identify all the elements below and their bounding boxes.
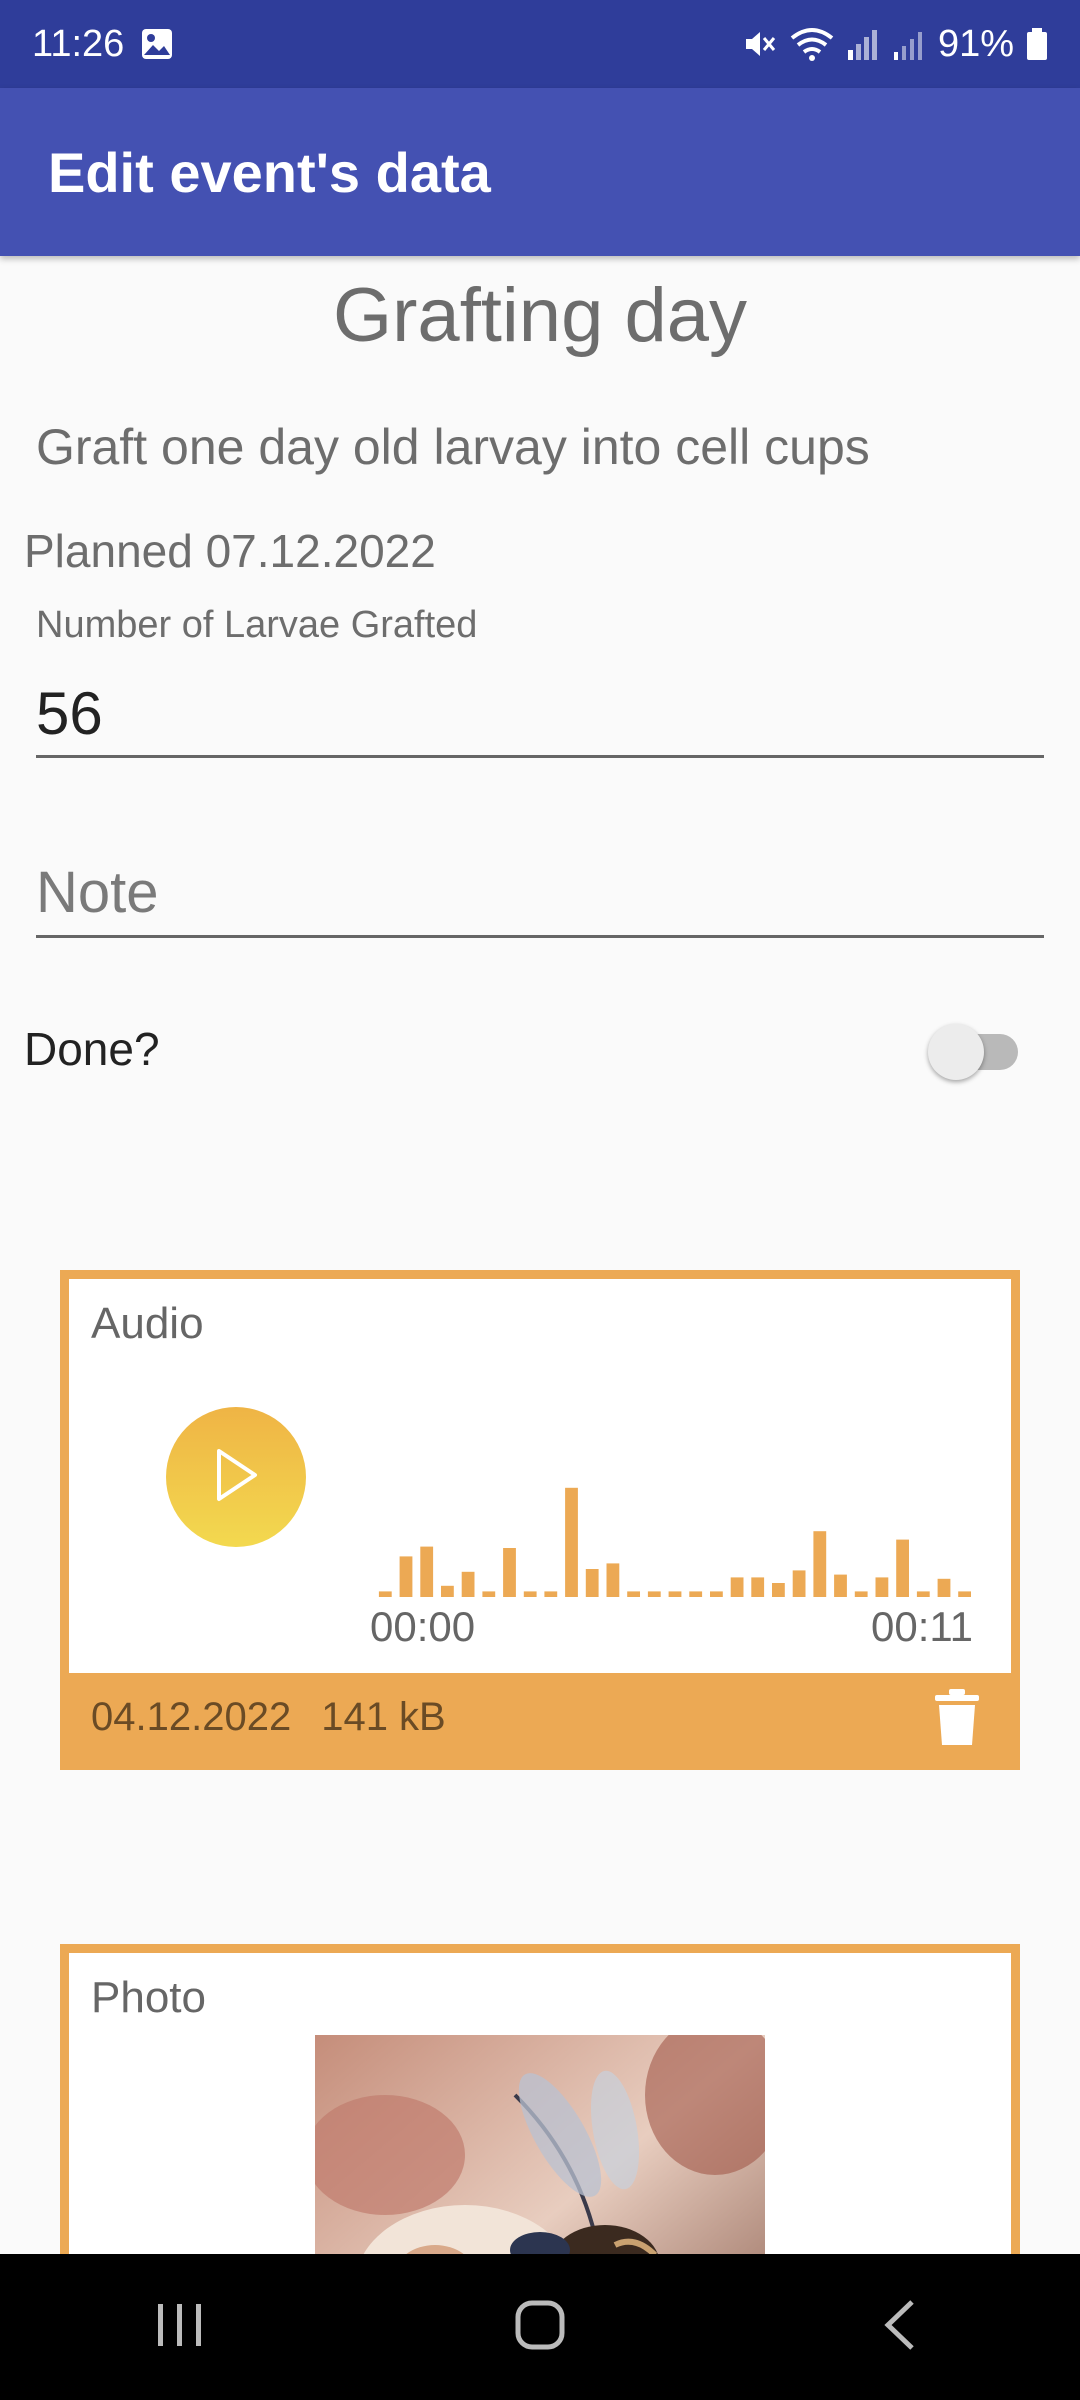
navigation-bar xyxy=(0,2254,1080,2400)
recent-apps-icon xyxy=(154,2300,206,2355)
waveform-bar xyxy=(937,1578,951,1597)
waveform-bar xyxy=(896,1539,909,1597)
event-description: Graft one day old larvay into cell cups xyxy=(36,419,870,475)
audio-size: 141 kB xyxy=(321,1694,446,1739)
waveform-bar xyxy=(461,1571,475,1597)
audio-waveform[interactable] xyxy=(375,1459,975,1599)
waveform-bar xyxy=(730,1577,744,1597)
waveform-bar xyxy=(378,1591,392,1597)
app-bar: Edit event's data xyxy=(0,88,1080,256)
wifi-icon xyxy=(790,26,834,62)
waveform-bar xyxy=(482,1591,496,1597)
status-time: 11:26 xyxy=(32,22,125,65)
waveform-bar xyxy=(668,1591,682,1597)
recent-apps-button[interactable] xyxy=(120,2282,240,2372)
waveform-bar xyxy=(420,1546,434,1597)
play-icon xyxy=(211,1447,261,1508)
done-label: Done? xyxy=(24,1023,160,1075)
waveform-bar xyxy=(792,1570,806,1597)
waveform-bar xyxy=(544,1591,558,1597)
larvae-field-label: Number of Larvae Grafted xyxy=(36,604,478,646)
waveform-bar xyxy=(441,1585,454,1597)
trash-icon xyxy=(933,1689,981,1756)
image-icon xyxy=(140,27,174,61)
waveform-bar xyxy=(565,1487,578,1597)
waveform-bar xyxy=(627,1591,640,1597)
battery-icon xyxy=(1026,26,1048,62)
play-button[interactable] xyxy=(166,1407,306,1547)
waveform-bar xyxy=(585,1569,599,1597)
waveform-bar xyxy=(523,1591,537,1597)
waveform-bar xyxy=(854,1591,868,1597)
event-title: Grafting day xyxy=(333,273,747,358)
signal-weak-icon xyxy=(892,26,926,62)
note-input[interactable] xyxy=(36,850,1044,938)
status-left: 11:26 xyxy=(32,23,174,66)
mute-icon xyxy=(742,26,778,62)
waveform-bar xyxy=(751,1577,765,1597)
audio-time-start: 00:00 xyxy=(370,1603,476,1650)
waveform-bar xyxy=(606,1563,620,1597)
waveform-bar xyxy=(710,1591,723,1597)
photo-label: Photo xyxy=(91,1973,206,2022)
audio-time-end: 00:11 xyxy=(871,1603,973,1650)
signal-icon xyxy=(846,26,880,62)
waveform-bar xyxy=(813,1531,827,1597)
planned-date: Planned 07.12.2022 xyxy=(24,525,436,577)
waveform-bar xyxy=(503,1548,516,1597)
larvae-count-input[interactable] xyxy=(36,672,1044,758)
app-title: Edit event's data xyxy=(48,140,491,204)
status-right: 91% xyxy=(742,23,1048,66)
waveform-bar xyxy=(958,1591,971,1597)
delete-audio-button[interactable] xyxy=(933,1687,981,1747)
back-icon xyxy=(882,2298,918,2357)
battery-percent: 91% xyxy=(937,22,1014,65)
audio-date: 04.12.2022 xyxy=(91,1694,292,1739)
audio-footer: 04.12.2022 141 kB xyxy=(69,1673,1011,1761)
waveform-bar xyxy=(647,1591,661,1597)
waveform-bar xyxy=(834,1574,847,1597)
home-icon xyxy=(514,2299,566,2356)
toggle-thumb xyxy=(928,1024,984,1080)
done-toggle[interactable] xyxy=(928,1024,1024,1080)
back-button[interactable] xyxy=(840,2282,960,2372)
waveform-bar xyxy=(875,1577,889,1597)
home-button[interactable] xyxy=(480,2282,600,2372)
waveform-bar xyxy=(689,1591,703,1597)
waveform-bar xyxy=(916,1591,930,1597)
audio-card: Audio 00:00 00:11 04.12.2022 141 kB xyxy=(60,1270,1020,1770)
waveform-bar xyxy=(772,1583,785,1597)
waveform-bar xyxy=(399,1556,413,1597)
status-bar: 11:26 91% xyxy=(0,0,1080,88)
audio-label: Audio xyxy=(91,1299,204,1348)
